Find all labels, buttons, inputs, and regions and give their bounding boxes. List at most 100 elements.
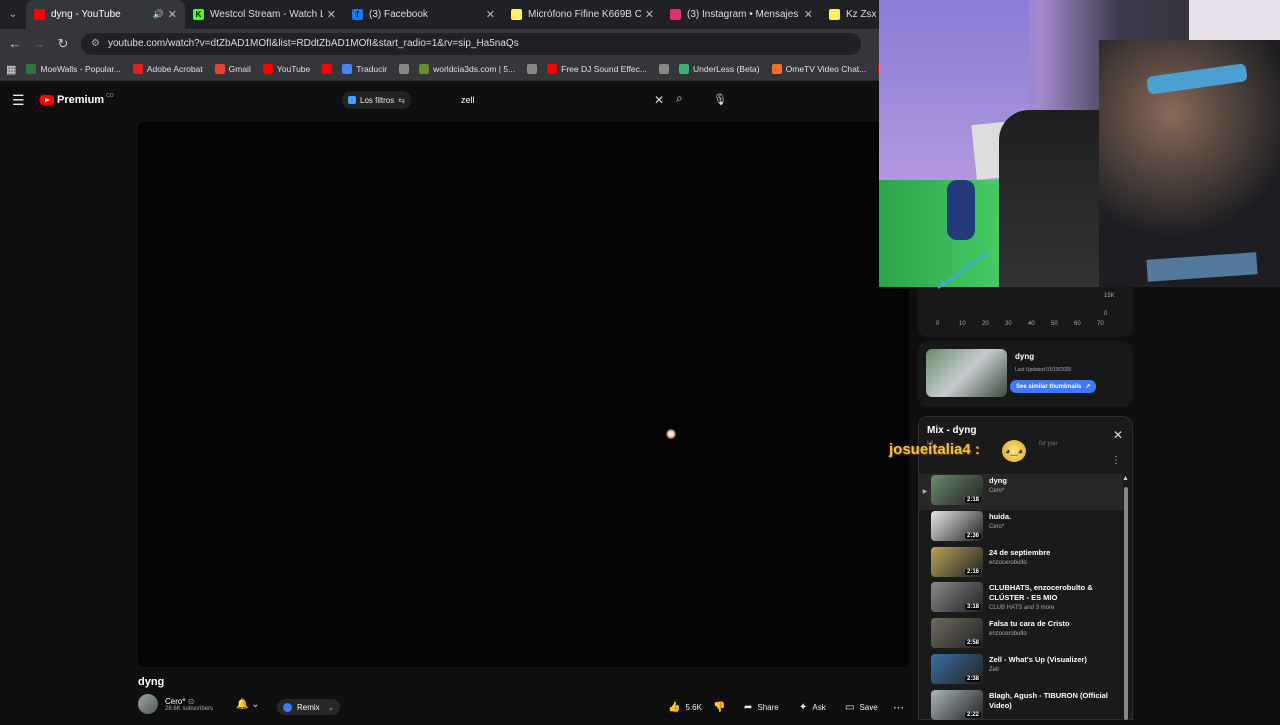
tab-close-icon[interactable]: ✕ bbox=[168, 8, 177, 21]
browser-tab[interactable]: (3) Instagram • Mensajes ✕ bbox=[662, 0, 821, 29]
playlist-item[interactable]: 2:38 Zell - What's Up (Visualizer) Zell bbox=[919, 653, 1124, 689]
browser-tab[interactable]: dyng - YouTube 🔊 ✕ bbox=[26, 0, 185, 29]
youtube-premium-logo[interactable]: Premium CO bbox=[40, 93, 114, 106]
bookmark-label: YouTube bbox=[276, 64, 311, 74]
similar-thumbnail[interactable] bbox=[926, 349, 1007, 397]
scroll-up-icon[interactable]: ▲ bbox=[1122, 475, 1129, 482]
channel-avatar[interactable] bbox=[138, 694, 158, 714]
webcam-overlay bbox=[879, 0, 1280, 287]
bookmark-favicon-icon bbox=[679, 64, 689, 74]
browser-tab[interactable]: f (3) Facebook ✕ bbox=[344, 0, 503, 29]
playlist-item[interactable]: 2:22 Blagh, Agush - TIBURON (Official Vid… bbox=[919, 689, 1124, 725]
bookmark-item[interactable]: UnderLess (Beta) bbox=[679, 64, 760, 74]
video-title: dyng bbox=[138, 676, 165, 688]
tab-close-icon[interactable]: ✕ bbox=[327, 8, 336, 21]
bookmark-label: MoeWalls - Popular... bbox=[40, 64, 121, 74]
playlist-item-artist: Cero* bbox=[989, 488, 1005, 494]
forward-icon[interactable]: → bbox=[27, 36, 51, 51]
close-icon[interactable]: ✕ bbox=[1113, 428, 1123, 442]
verified-icon: ⊙ bbox=[187, 696, 195, 706]
playlist-index bbox=[919, 653, 931, 667]
tab-audio-icon[interactable]: 🔊 bbox=[153, 9, 164, 20]
tab-close-icon[interactable]: ✕ bbox=[804, 8, 813, 21]
subscriber-count: 28.6K subscribers bbox=[165, 705, 214, 712]
playlist-item[interactable]: ▶ 2:18 dyng Cero* bbox=[919, 474, 1124, 510]
apps-grid-icon[interactable]: ▦ bbox=[6, 63, 16, 76]
remix-button[interactable]: Remix ⌄ bbox=[277, 699, 341, 715]
playlist-scrollbar[interactable]: ▲ bbox=[1122, 475, 1129, 720]
reload-icon[interactable]: ↻ bbox=[51, 36, 75, 52]
bookmark-item[interactable]: Free DJ Sound Effec... bbox=[547, 64, 647, 74]
chat-emote-icon: ◕‿◕ bbox=[1002, 440, 1026, 462]
tab-title: (3) Instagram • Mensajes bbox=[687, 9, 799, 20]
tab-close-icon[interactable]: ✕ bbox=[645, 8, 654, 21]
dislike-button[interactable]: 👎 bbox=[713, 699, 730, 715]
bookmark-item[interactable]: Gmail bbox=[214, 64, 251, 74]
search-icon[interactable]: ⌕ bbox=[676, 91, 683, 106]
sliders-icon: ⇆ bbox=[398, 95, 405, 105]
y-tick-label: 0 bbox=[1104, 311, 1108, 317]
playlist-thumbnail[interactable]: 2:18 bbox=[931, 475, 983, 505]
site-info-icon[interactable]: ⚙ bbox=[91, 38, 100, 49]
x-tick-label: 70 bbox=[1097, 321, 1104, 327]
x-tick-label: 20 bbox=[982, 321, 989, 327]
hamburger-menu-icon[interactable]: ☰ bbox=[12, 92, 26, 109]
similar-video-name: dyng bbox=[1015, 352, 1035, 361]
playlist-index bbox=[919, 581, 931, 595]
url-bar[interactable]: ⚙ youtube.com/watch?v=dtZbAD1MOfI&list=R… bbox=[81, 32, 861, 55]
filter-extension-icon bbox=[348, 96, 356, 104]
tab-close-icon[interactable]: ✕ bbox=[486, 8, 495, 21]
playlist-item[interactable]: 3:18 CLUBHATS, enzocerobulto & CLÚSTER - … bbox=[919, 581, 1124, 617]
browser-tab[interactable]: Micrófono Fifine K669B Conden ✕ bbox=[503, 0, 662, 29]
bookmark-favicon-icon bbox=[342, 64, 353, 74]
voice-search-mic-icon[interactable]: 🎙 bbox=[713, 90, 727, 108]
tab-search-dropdown-icon[interactable]: ⌄ bbox=[0, 0, 26, 29]
search-input[interactable]: zell ✕ bbox=[455, 90, 670, 110]
playlist-item[interactable]: 2:36 huida. Cero* bbox=[919, 510, 1124, 546]
more-actions-icon[interactable]: ⋯ bbox=[893, 699, 904, 715]
bookmark-item[interactable]: Traducir bbox=[342, 64, 387, 74]
notification-bell-icon[interactable]: 🔔 ⌄ bbox=[236, 699, 260, 710]
playlist-thumbnail[interactable]: 2:58 bbox=[931, 618, 983, 649]
bookmark-item[interactable] bbox=[399, 64, 413, 74]
bookmark-item[interactable]: Adobe Acrobat bbox=[132, 64, 203, 74]
bookmark-item[interactable]: OmeTV Video Chat... bbox=[771, 64, 866, 74]
video-duration: 3:18 bbox=[964, 604, 981, 611]
playlist-item[interactable]: 2:58 Falsa tu cara de Cristo enzocerobulto bbox=[919, 617, 1124, 653]
channel-name[interactable]: Cero* bbox=[165, 697, 185, 706]
remix-label: Remix bbox=[297, 702, 320, 712]
scrollbar-thumb[interactable] bbox=[1124, 487, 1128, 720]
playlist-thumbnail[interactable]: 2:22 bbox=[931, 689, 983, 720]
like-button[interactable]: 👍 5.6K bbox=[668, 699, 702, 715]
bookmark-item[interactable] bbox=[659, 64, 673, 74]
bookmark-item[interactable]: MoeWalls - Popular... bbox=[26, 64, 121, 74]
filters-button[interactable]: Los filtros ⇆ bbox=[342, 91, 411, 109]
bookmark-item[interactable]: worldcia3ds.com | 5... bbox=[419, 64, 515, 74]
video-player[interactable] bbox=[138, 122, 909, 667]
playlist-thumbnail[interactable]: 2:38 bbox=[931, 654, 983, 684]
tab-favicon-icon bbox=[829, 9, 840, 20]
playlist-menu-icon[interactable]: ⋮ bbox=[1111, 455, 1121, 466]
playlist-item[interactable]: 2:16 24 de septiembre enzocerobulto bbox=[919, 546, 1124, 582]
bookmark-favicon-icon bbox=[132, 64, 143, 74]
y-tick-label: 15K bbox=[1104, 293, 1115, 299]
bookmark-item[interactable] bbox=[527, 64, 541, 74]
share-button[interactable]: ➦ Share bbox=[744, 699, 779, 715]
playlist-thumbnail[interactable]: 2:36 bbox=[931, 510, 983, 541]
playlist-thumbnail[interactable]: 2:16 bbox=[931, 546, 983, 577]
clear-search-icon[interactable]: ✕ bbox=[654, 93, 664, 107]
webcam-microphone bbox=[947, 180, 975, 240]
mix-subtitle-suffix: for you bbox=[1039, 441, 1058, 447]
save-button[interactable]: ▭ Save bbox=[845, 699, 878, 715]
bookmark-item[interactable]: YouTube bbox=[262, 64, 311, 74]
last-updated-text: Last Updated 03/19/2026 bbox=[1015, 367, 1072, 373]
filters-label: Los filtros bbox=[360, 95, 395, 105]
playlist-thumbnail[interactable]: 3:18 bbox=[931, 582, 983, 613]
back-icon[interactable]: ← bbox=[3, 36, 27, 51]
video-light-spot bbox=[666, 428, 676, 440]
browser-tab[interactable]: K Westcol Stream - Watch Live on ✕ bbox=[185, 0, 344, 29]
bookmark-item[interactable] bbox=[322, 64, 336, 74]
playlist-index bbox=[919, 617, 931, 631]
see-similar-thumbnails-button[interactable]: See similar thumbnails ↗ bbox=[1010, 380, 1097, 393]
ask-button[interactable]: ✦ Ask bbox=[799, 699, 826, 715]
